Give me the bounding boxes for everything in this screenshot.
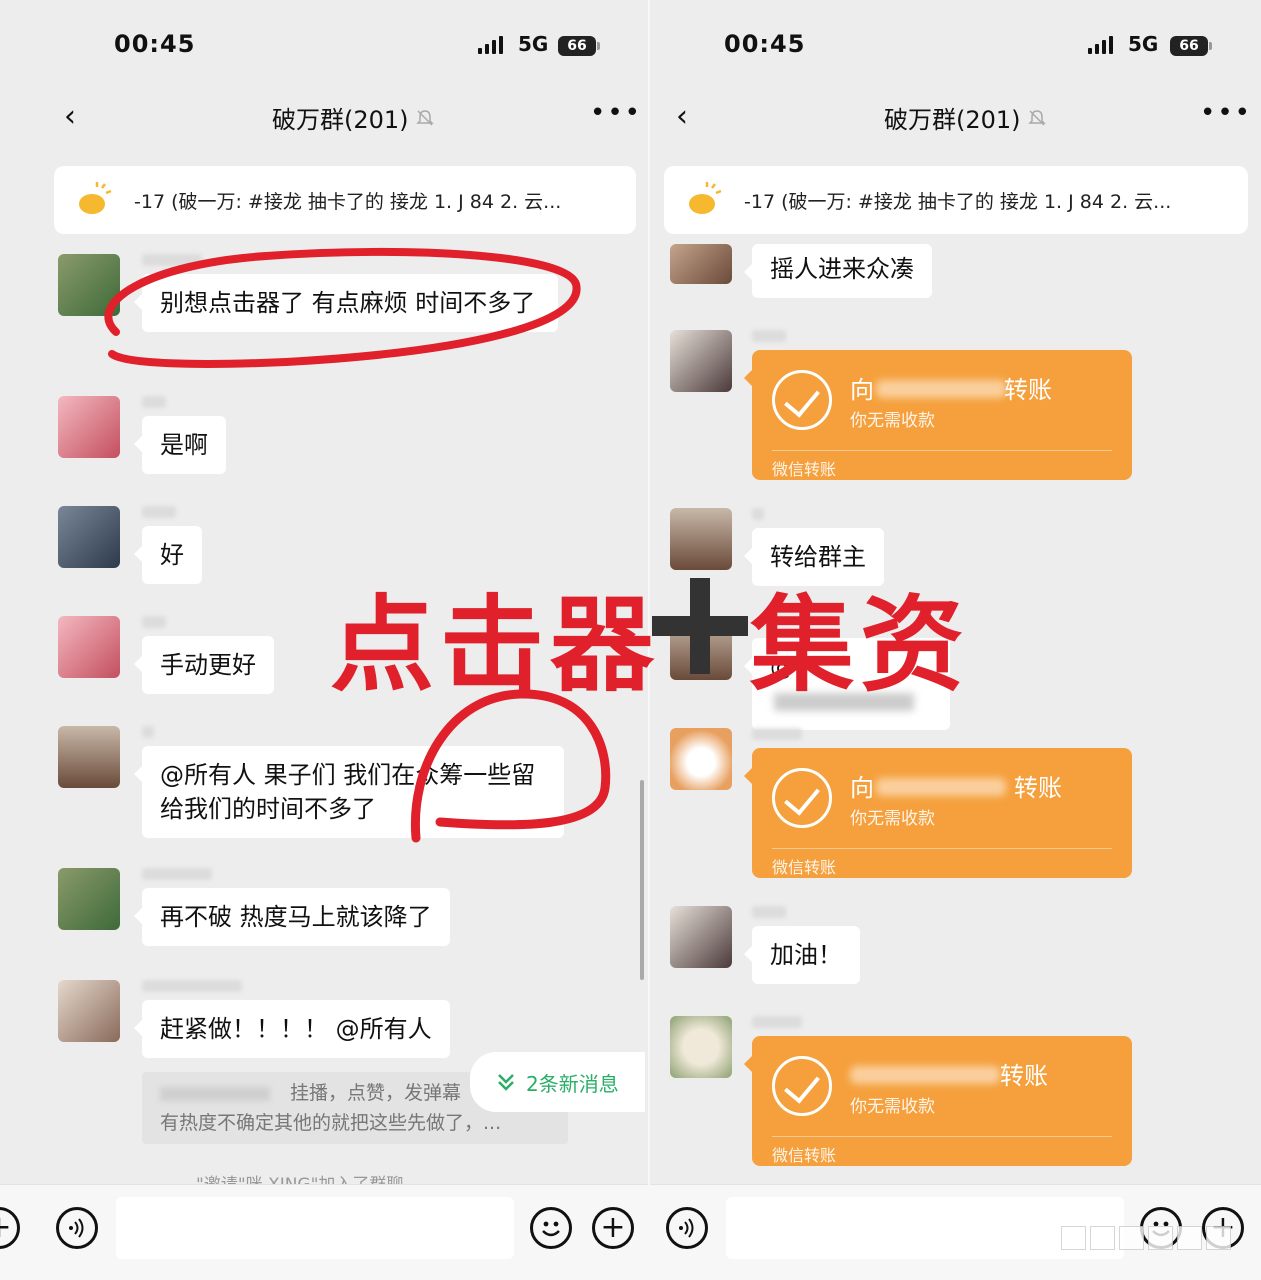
- input-bar: + +: [0, 1184, 650, 1280]
- back-arrow-icon[interactable]: ‹: [64, 102, 76, 132]
- announcement-icon: [79, 182, 112, 214]
- status-bar: 00:45 5G 66: [650, 26, 1261, 66]
- announcement-icon: [689, 182, 722, 214]
- recipient-name-blurred: [850, 1066, 1000, 1084]
- status-bar: 00:45 5G 66: [0, 26, 650, 66]
- pinned-text: -17 (破一万: #接龙 抽卡了的 接龙 1. J 84 2. 云...: [134, 190, 562, 213]
- avatar[interactable]: [58, 616, 120, 678]
- sender-name: [142, 868, 212, 880]
- transfer-divider: [772, 848, 1112, 849]
- message-bubble: 手动更好: [134, 636, 274, 694]
- chat-title-wrap: 破万群(201): [272, 100, 435, 135]
- status-time: 00:45: [724, 30, 806, 58]
- message-bubble: 是啊: [134, 416, 226, 474]
- avatar[interactable]: [58, 868, 120, 930]
- avatar[interactable]: [58, 726, 120, 788]
- voice-icon[interactable]: [666, 1207, 708, 1249]
- avatar[interactable]: [58, 396, 120, 458]
- sender-name: [752, 906, 786, 918]
- signal-icon: [478, 36, 503, 54]
- emoji-icon[interactable]: [530, 1207, 572, 1249]
- sender-name: [142, 980, 242, 992]
- message-input[interactable]: [116, 1197, 514, 1259]
- voice-icon[interactable]: [56, 1207, 98, 1249]
- new-messages-label: 2条新消息: [526, 1071, 619, 1096]
- chat-title: 破万群(201): [884, 106, 1021, 134]
- quote-line-2: 有热度不确定其他的就把这些先做了，...: [160, 1112, 502, 1134]
- new-messages-button[interactable]: 2条新消息: [470, 1052, 645, 1112]
- quote-sender: [160, 1086, 270, 1101]
- plus-icon[interactable]: +: [0, 1207, 20, 1249]
- red-circle-annotation: [104, 247, 581, 368]
- avatar[interactable]: [670, 330, 732, 392]
- wechat-transfer-card[interactable]: 转账 你无需收款 微信转账: [744, 1036, 1132, 1166]
- pinned-announcement[interactable]: -17 (破一万: #接龙 抽卡了的 接龙 1. J 84 2. 云...: [54, 166, 636, 234]
- battery-icon: 66: [1170, 36, 1212, 56]
- check-icon: [772, 370, 832, 430]
- check-icon: [772, 1056, 832, 1116]
- quote-line-1: 挂播，点赞，发弹幕: [290, 1082, 462, 1104]
- sender-name: [142, 396, 166, 408]
- plus-icon[interactable]: +: [592, 1207, 634, 1249]
- back-arrow-icon[interactable]: ‹: [676, 102, 688, 132]
- sender-name: [752, 330, 786, 342]
- network-type: 5G: [518, 32, 549, 56]
- sender-name: [752, 508, 764, 520]
- avatar[interactable]: [670, 244, 732, 284]
- chat-title: 破万群(201): [272, 106, 409, 134]
- pinned-text: -17 (破一万: #接龙 抽卡了的 接龙 1. J 84 2. 云...: [744, 190, 1172, 213]
- signal-icon: [1088, 36, 1113, 54]
- nav-bar: ‹ 破万群(201) •••: [650, 92, 1261, 144]
- network-type: 5G: [1128, 32, 1159, 56]
- sender-name: [752, 1016, 802, 1028]
- more-dots-icon[interactable]: •••: [1200, 98, 1252, 128]
- avatar[interactable]: [58, 506, 120, 568]
- transfer-footer: 微信转账: [772, 858, 837, 877]
- double-chevron-down-icon: [498, 1074, 514, 1091]
- annotation-text-fundraise: 集资: [750, 584, 971, 706]
- transfer-subtitle: 你无需收款: [850, 411, 935, 431]
- status-time: 00:45: [114, 30, 196, 58]
- transfer-divider: [772, 1136, 1112, 1137]
- message-bubble: 摇人进来众凑: [744, 244, 932, 298]
- battery-icon: 66: [558, 36, 600, 56]
- message-bubble: 赶紧做！！！！ @所有人: [134, 1000, 450, 1058]
- avatar[interactable]: [670, 1016, 732, 1078]
- transfer-footer: 微信转账: [772, 1146, 837, 1165]
- annotation-plus-sign: [652, 578, 748, 674]
- check-icon: [772, 768, 832, 828]
- transfer-divider: [772, 450, 1112, 451]
- watermark: [1061, 1226, 1231, 1250]
- recipient-name-blurred: [876, 380, 1006, 398]
- transfer-subtitle: 你无需收款: [850, 809, 935, 829]
- sender-name: [142, 506, 176, 518]
- message-bubble: 好: [134, 526, 202, 584]
- chat-title-wrap: 破万群(201): [884, 100, 1047, 135]
- sender-name: [752, 728, 802, 740]
- sender-name: [142, 726, 154, 738]
- transfer-subtitle: 你无需收款: [850, 1097, 935, 1117]
- wechat-transfer-card[interactable]: 向转账 你无需收款 微信转账: [744, 748, 1132, 878]
- sender-name: [142, 616, 166, 628]
- message-bubble: 再不破 热度马上就该降了: [134, 888, 450, 946]
- wechat-transfer-card[interactable]: 向转账 你无需收款 微信转账: [744, 350, 1132, 480]
- red-circle-annotation: [410, 689, 611, 843]
- mute-bell-icon: [1027, 109, 1046, 126]
- message-bubble: 加油！: [744, 926, 860, 984]
- scrollbar[interactable]: [640, 780, 644, 980]
- avatar[interactable]: [670, 728, 732, 790]
- pinned-announcement[interactable]: -17 (破一万: #接龙 抽卡了的 接龙 1. J 84 2. 云...: [664, 166, 1248, 234]
- recipient-name-blurred: [876, 778, 1006, 796]
- nav-bar: ‹ 破万群(201) •••: [0, 92, 650, 144]
- annotation-text-clicker: 点击器: [330, 584, 661, 706]
- mute-bell-icon: [415, 109, 434, 126]
- transfer-footer: 微信转账: [772, 460, 837, 479]
- avatar[interactable]: [670, 906, 732, 968]
- avatar[interactable]: [670, 508, 732, 570]
- avatar[interactable]: [58, 980, 120, 1042]
- more-dots-icon[interactable]: •••: [590, 98, 642, 128]
